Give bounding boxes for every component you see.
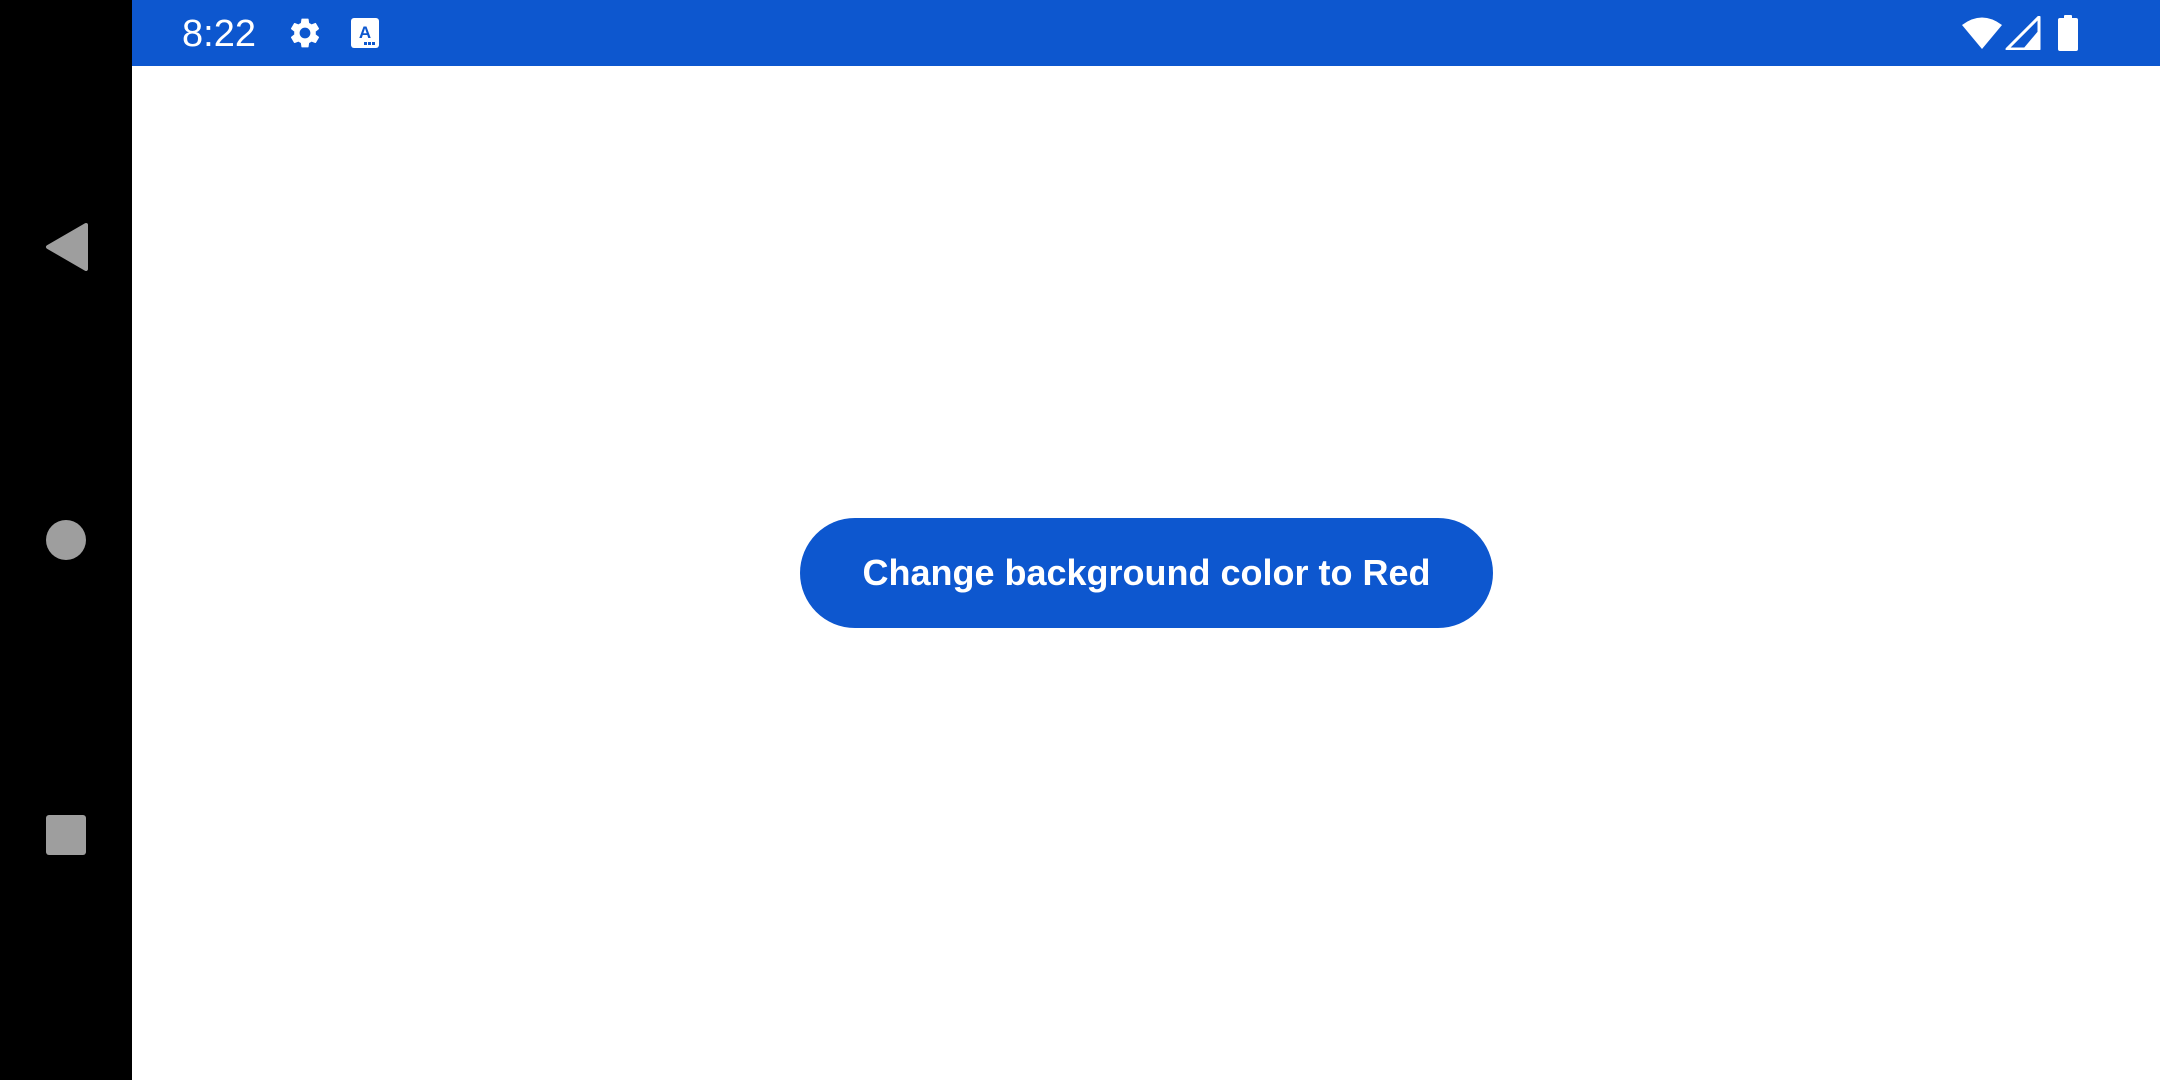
status-time: 8:22: [182, 13, 256, 55]
change-background-color-button[interactable]: Change background color to Red: [800, 518, 1493, 628]
gear-icon: [287, 0, 323, 66]
signal-icon: [2005, 0, 2041, 66]
battery-icon: [2057, 0, 2079, 66]
app-content: Change background color to Red: [132, 66, 2160, 1080]
back-button[interactable]: [0, 187, 132, 307]
back-icon: [46, 223, 88, 271]
status-bar: 8:22 A: [132, 0, 2160, 66]
a-icon: A: [350, 0, 380, 66]
home-button[interactable]: [0, 480, 132, 600]
svg-text:A: A: [359, 23, 371, 42]
recents-icon: [46, 815, 86, 855]
recents-button[interactable]: [0, 775, 132, 895]
home-icon: [46, 520, 86, 560]
wifi-icon: [1961, 0, 2003, 66]
navigation-bar: [0, 0, 132, 1080]
